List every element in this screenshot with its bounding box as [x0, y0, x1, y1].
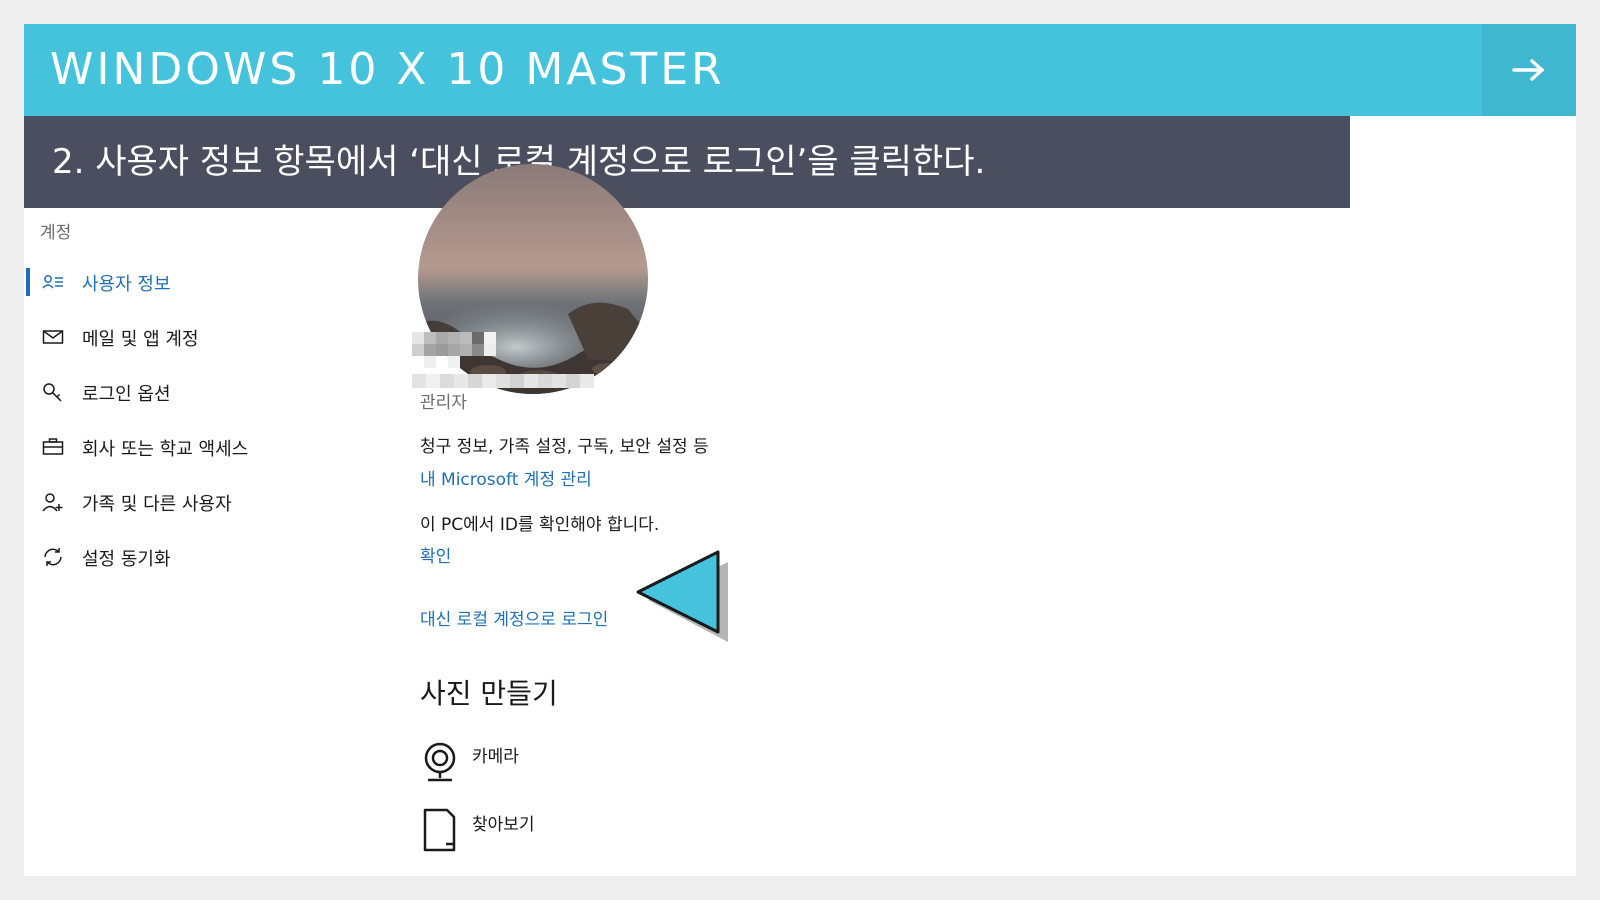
- arrow-right-icon: [1512, 59, 1544, 81]
- sidebar-item-sign-in-options[interactable]: 로그인 옵션: [24, 372, 384, 412]
- sidebar-item-label: 회사 또는 학교 액세스: [82, 439, 249, 460]
- camera-option[interactable]: 카메라: [420, 738, 620, 794]
- sidebar-item-work-school[interactable]: 회사 또는 학교 액세스: [24, 427, 384, 467]
- verify-identity-text: 이 PC에서 ID를 확인해야 합니다.: [420, 515, 660, 535]
- browse-option[interactable]: 찾아보기: [420, 806, 620, 862]
- mail-icon: [42, 330, 64, 344]
- sidebar-item-label: 사용자 정보: [82, 274, 171, 295]
- account-role: 관리자: [420, 393, 467, 413]
- option-label: 찾아보기: [472, 815, 535, 835]
- verify-link[interactable]: 확인: [420, 542, 451, 567]
- option-label: 카메라: [472, 747, 519, 767]
- sidebar-item-label: 가족 및 다른 사용자: [82, 494, 232, 515]
- slide-frame: WINDOWS 10 X 10 MASTER 2. 사용자 정보 항목에서 ‘대…: [24, 24, 1576, 876]
- sidebar-item-mail[interactable]: 메일 및 앱 계정: [24, 317, 384, 357]
- manage-microsoft-account-link[interactable]: 내 Microsoft 계정 관리: [420, 465, 592, 490]
- briefcase-icon: [42, 438, 64, 455]
- billing-description: 청구 정보, 가족 설정, 구독, 보안 설정 등: [420, 437, 709, 457]
- triangle-pointer-icon: [636, 550, 728, 642]
- banner: WINDOWS 10 X 10 MASTER: [24, 24, 1576, 116]
- sync-icon: [44, 548, 62, 566]
- browse-file-icon: [423, 808, 456, 852]
- sidebar-heading: 계정: [40, 223, 72, 243]
- user-name-redacted: [412, 332, 496, 368]
- step-caption-bar: 2. 사용자 정보 항목에서 ‘대신 로컬 계정으로 로그인’을 클릭한다.: [24, 116, 1350, 208]
- sidebar-item-label: 설정 동기화: [82, 549, 171, 570]
- key-icon: [43, 383, 62, 402]
- sidebar-item-sync[interactable]: 설정 동기화: [24, 537, 384, 577]
- sidebar-item-label: 메일 및 앱 계정: [82, 329, 199, 350]
- sidebar-item-user-info[interactable]: 사용자 정보: [24, 262, 384, 302]
- sidebar-item-label: 로그인 옵션: [82, 384, 171, 405]
- banner-title: WINDOWS 10 X 10 MASTER: [50, 44, 725, 95]
- webcam-icon: [424, 742, 456, 782]
- add-person-icon: [42, 493, 63, 512]
- create-photo-heading: 사진 만들기: [420, 677, 558, 710]
- sign-in-local-account-link[interactable]: 대신 로컬 계정으로 로그인: [420, 605, 608, 630]
- user-email-redacted: [412, 374, 594, 388]
- sidebar-item-family[interactable]: 가족 및 다른 사용자: [24, 482, 384, 522]
- user-info-icon: [42, 275, 63, 289]
- next-button[interactable]: [1482, 24, 1576, 116]
